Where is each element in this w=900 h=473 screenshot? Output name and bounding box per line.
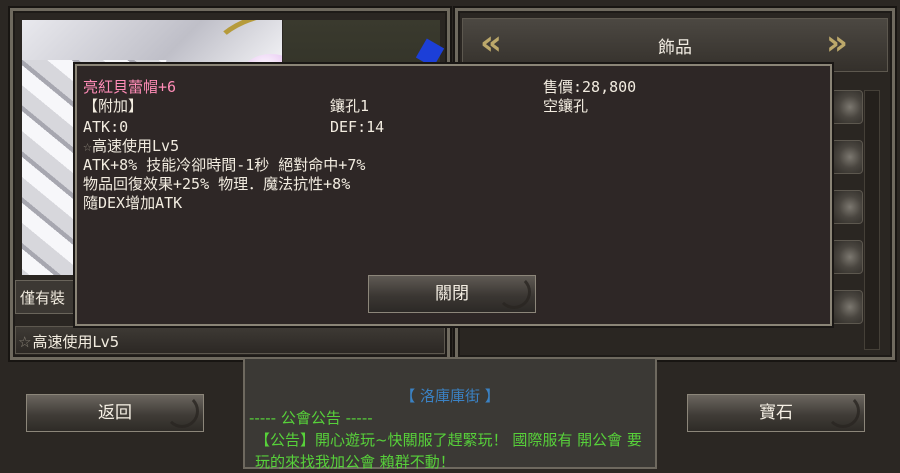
guild-notice-panel: 【 洛庫庫街 】 ----- 公會公告 ----- 【公告】開心遊玩~快關服了趕… [243, 357, 657, 471]
effect-line-2: 物品回復效果+25% 物理．魔法抗性+8% [83, 175, 351, 193]
back-button[interactable]: 返回 [26, 394, 204, 432]
item-slot[interactable] [831, 290, 863, 324]
attach-label: 【附加】 [83, 97, 144, 115]
guild-notice-message: 【公告】開心遊玩~快關服了趕緊玩！ 國際服有 開公會 要玩的來找我加公會 賴群不… [255, 431, 642, 471]
category-title: 飾品 [658, 38, 692, 58]
effect-line-3: 隨DEX增加ATK [83, 194, 183, 212]
item-name-text: 亮紅貝蕾帽 [83, 78, 159, 96]
double-chevron-right-icon[interactable]: » [826, 26, 848, 60]
location-title: 【 洛庫庫街 】 [400, 387, 500, 405]
swirl-ornament-icon [165, 394, 199, 428]
item-slot[interactable] [831, 90, 863, 124]
item-name: 亮紅貝蕾帽+6 [83, 78, 176, 97]
item-slot[interactable] [831, 190, 863, 224]
effect-line-1: ATK+8% 技能冷卻時間-1秒 絕對命中+7% [83, 156, 366, 174]
item-slot[interactable] [831, 240, 863, 274]
star-icon: ☆ [18, 333, 32, 351]
socket-status: 空鑲孔 [543, 97, 589, 115]
close-button[interactable]: 關閉 [368, 275, 536, 313]
double-chevron-left-icon[interactable]: « [480, 26, 502, 60]
close-button-label: 關閉 [435, 284, 469, 304]
skill-line: ☆高速使用Lv5 [83, 137, 179, 156]
atk-stat: ATK:0 [83, 118, 129, 136]
gem-button[interactable]: 寶石 [687, 394, 865, 432]
guild-notice-header: ----- 公會公告 ----- [249, 409, 373, 427]
skill-text: 高速使用Lv5 [92, 137, 180, 155]
item-list-scrollbar[interactable] [864, 90, 880, 350]
socket-label: 鑲孔1 [330, 97, 370, 115]
def-stat: DEF:14 [330, 118, 385, 136]
gem-button-label: 寶石 [759, 403, 793, 423]
back-button-label: 返回 [98, 403, 132, 423]
swirl-ornament-icon [497, 275, 531, 309]
item-slot[interactable] [831, 140, 863, 174]
star-icon: ☆ [83, 137, 93, 155]
selected-skill-bar: ☆高速使用Lv5 [15, 326, 445, 354]
item-refine-level: +6 [158, 78, 177, 96]
selected-skill-text: 高速使用Lv5 [32, 333, 120, 351]
swirl-ornament-icon [826, 394, 860, 428]
item-price: 售價:28,800 [543, 78, 637, 96]
